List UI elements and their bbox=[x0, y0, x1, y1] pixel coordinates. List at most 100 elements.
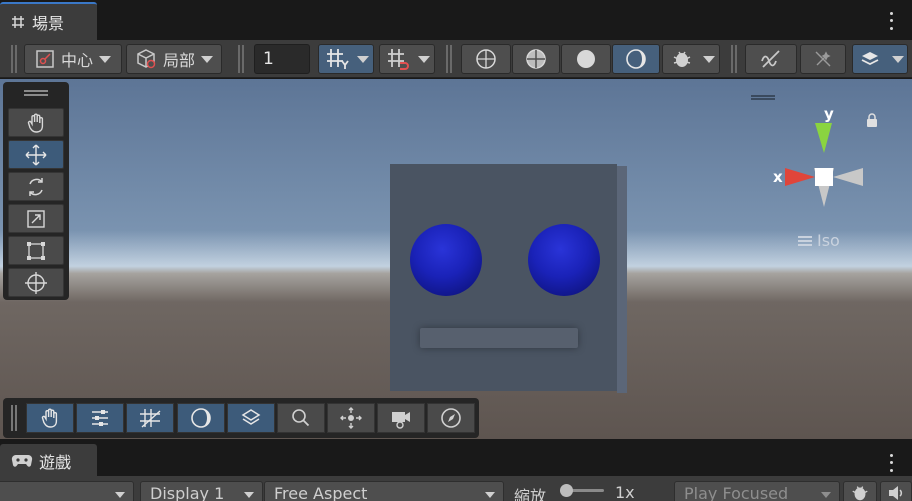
aspect-dropdown[interactable]: Free Aspect bbox=[264, 481, 504, 501]
view-options-overlay bbox=[3, 398, 479, 438]
scene-tab-bar: 場景 bbox=[0, 0, 912, 40]
play-mode-dropdown[interactable]: Play Focused bbox=[674, 481, 840, 501]
unity-editor: 場景 中心 局部 1 y x Iso 遊戲 Display 1 Free Asp… bbox=[0, 0, 912, 501]
frame-selected-button[interactable] bbox=[327, 403, 375, 433]
projection-label: Iso bbox=[817, 231, 840, 250]
game-tab[interactable]: 遊戲 bbox=[0, 444, 97, 478]
menu-lines-icon bbox=[798, 235, 812, 246]
chevron-down-icon bbox=[115, 492, 125, 498]
move-tool-button[interactable] bbox=[8, 140, 64, 169]
wireframe-shading-button[interactable] bbox=[461, 44, 511, 74]
overlay-drag-handle[interactable] bbox=[24, 90, 48, 96]
grid-toggle-button[interactable] bbox=[126, 403, 174, 433]
scene-visibility-button[interactable] bbox=[852, 44, 908, 74]
transform-icon bbox=[25, 271, 47, 294]
grid-icon bbox=[140, 409, 161, 428]
local-cube-icon bbox=[137, 49, 156, 69]
grid-visibility-button[interactable] bbox=[318, 44, 374, 74]
sliders-icon bbox=[92, 410, 108, 426]
lit-shading-button[interactable] bbox=[612, 44, 660, 74]
move-icon bbox=[25, 144, 47, 165]
chevron-down-icon bbox=[201, 55, 213, 63]
mute-audio-button[interactable] bbox=[880, 481, 912, 501]
orientation-gizmo[interactable]: y x bbox=[760, 91, 870, 251]
mouth-bar[interactable] bbox=[420, 328, 578, 348]
shaded-wireframe-button[interactable] bbox=[512, 44, 560, 74]
effects-toggle-button[interactable] bbox=[800, 44, 846, 74]
rotate-tool-button[interactable] bbox=[8, 172, 64, 201]
chevron-down-icon bbox=[485, 492, 495, 498]
pivot-rotation-dropdown[interactable]: 局部 bbox=[126, 44, 222, 74]
rect-tool-button[interactable] bbox=[8, 236, 64, 265]
hand-tool-button[interactable] bbox=[8, 108, 64, 137]
scale-slider-thumb[interactable] bbox=[560, 484, 573, 497]
pivot-mode-dropdown[interactable]: 中心 bbox=[24, 44, 122, 74]
lit-sphere-icon bbox=[191, 408, 211, 428]
navigation-button[interactable] bbox=[427, 403, 475, 433]
left-eye-sphere[interactable] bbox=[410, 224, 482, 296]
game-view-dropdown[interactable] bbox=[0, 481, 134, 501]
grid-hash-icon bbox=[12, 16, 24, 28]
hand-icon bbox=[27, 113, 44, 133]
x-axis-cone[interactable] bbox=[785, 168, 815, 186]
layers-toggle-button[interactable] bbox=[227, 403, 275, 433]
camera-icon bbox=[392, 412, 410, 429]
layers-icon bbox=[241, 409, 261, 425]
audio-muted-icon bbox=[761, 50, 780, 68]
y-axis-cone[interactable] bbox=[815, 123, 832, 153]
game-tab-bar: 遊戲 bbox=[0, 440, 912, 478]
chevron-down-icon bbox=[99, 55, 111, 63]
overlay-drag-handle[interactable] bbox=[11, 405, 19, 431]
scale-value: 1x bbox=[615, 483, 635, 501]
rect-transform-icon bbox=[27, 241, 45, 260]
toolbar-grip[interactable] bbox=[11, 45, 19, 73]
scene-tab[interactable]: 場景 bbox=[0, 2, 97, 40]
view-settings-button[interactable] bbox=[76, 403, 124, 433]
toolbar-grip[interactable] bbox=[446, 45, 454, 73]
game-debug-button[interactable] bbox=[843, 481, 877, 501]
audio-toggle-button[interactable] bbox=[745, 44, 797, 74]
game-toolbar: Display 1 Free Aspect 縮放 1x Play Focused bbox=[0, 476, 912, 501]
bug-icon bbox=[673, 51, 691, 67]
search-icon bbox=[292, 409, 310, 427]
toolbar-grip[interactable] bbox=[238, 45, 246, 73]
lit-sphere-icon bbox=[626, 49, 646, 69]
scale-label: 縮放 bbox=[514, 487, 547, 501]
scale-tool-button[interactable] bbox=[8, 204, 64, 233]
display-dropdown[interactable]: Display 1 bbox=[140, 481, 263, 501]
gizmo-center-cube[interactable] bbox=[815, 168, 833, 186]
grid-size-field[interactable]: 1 bbox=[254, 44, 310, 74]
scale-icon bbox=[27, 209, 45, 228]
chevron-down-icon bbox=[418, 55, 430, 63]
tools-overlay bbox=[3, 82, 69, 300]
grid-y-icon bbox=[327, 49, 349, 69]
right-eye-sphere[interactable] bbox=[528, 224, 600, 296]
projection-toggle[interactable]: Iso bbox=[798, 231, 840, 250]
gizmo-x-label: x bbox=[773, 168, 783, 186]
shaded-button[interactable] bbox=[561, 44, 611, 74]
grid-snap-button[interactable] bbox=[379, 44, 435, 74]
search-button[interactable] bbox=[277, 403, 325, 433]
solid-sphere-icon bbox=[577, 50, 595, 68]
transform-tool-button[interactable] bbox=[8, 268, 64, 297]
aspect-label: Free Aspect bbox=[274, 483, 368, 501]
lighting-toggle-button[interactable] bbox=[177, 403, 225, 433]
debug-mode-button[interactable] bbox=[662, 44, 720, 74]
gizmo-y-label: y bbox=[824, 105, 834, 123]
neg-x-axis-cone[interactable] bbox=[833, 168, 863, 186]
display-label: Display 1 bbox=[150, 483, 225, 501]
rotate-icon bbox=[29, 177, 43, 196]
play-mode-label: Play Focused bbox=[684, 483, 789, 501]
camera-button[interactable] bbox=[377, 403, 425, 433]
view-hand-button[interactable] bbox=[26, 403, 74, 433]
pivot-mode-label: 中心 bbox=[60, 51, 93, 70]
scene-menu-icon[interactable] bbox=[888, 10, 894, 32]
grid-snap-icon bbox=[388, 49, 409, 70]
chevron-down-icon bbox=[703, 55, 715, 63]
effects-off-icon bbox=[815, 51, 831, 67]
scene-viewport[interactable]: y x Iso bbox=[0, 79, 912, 439]
game-tab-label: 遊戲 bbox=[39, 453, 72, 472]
toolbar-grip[interactable] bbox=[731, 45, 739, 73]
frame-selected-icon bbox=[340, 407, 362, 429]
game-menu-icon[interactable] bbox=[888, 452, 894, 474]
